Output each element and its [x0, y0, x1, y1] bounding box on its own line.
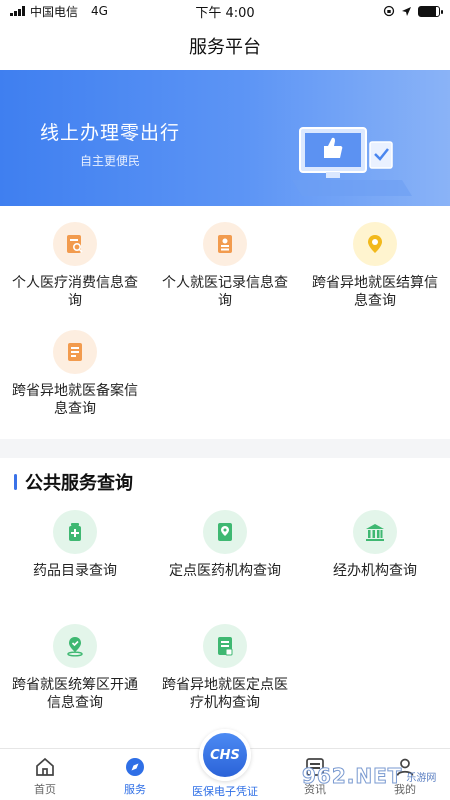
- service-medical-record[interactable]: 个人就医记录信息查询: [150, 222, 300, 310]
- service-label: 定点医药机构查询: [169, 563, 281, 579]
- tab-e-voucher[interactable]: CHS 医保电子凭证: [180, 729, 270, 800]
- map-check-icon: [53, 624, 97, 668]
- location-arrow-icon: [402, 6, 411, 16]
- service-label: 跨省异地就医定点医疗机构查询: [162, 677, 288, 711]
- nav-bar: 服务平台: [0, 22, 450, 70]
- signal-icon: [10, 6, 25, 16]
- computer-illustration-icon: [292, 127, 412, 196]
- clinic-document-icon: [203, 624, 247, 668]
- service-label: 跨省就医统筹区开通信息查询: [12, 677, 138, 711]
- service-designated-clinic[interactable]: 跨省异地就医定点医疗机构查询: [150, 624, 300, 712]
- tab-home[interactable]: 首页: [0, 749, 90, 800]
- public-services-card: 公共服务查询 药品目录查询 定点医药机构查询 经办机构查询 跨省就医统筹区开通信…: [0, 458, 450, 748]
- tab-label: 服务: [124, 783, 146, 796]
- filing-document-icon: [53, 330, 97, 374]
- carrier-label: 中国电信: [30, 4, 79, 19]
- network-label: 4G: [91, 4, 108, 18]
- service-label: 跨省异地就医备案信息查询: [12, 383, 138, 417]
- service-designated-institution[interactable]: 定点医药机构查询: [150, 510, 300, 580]
- banner-title: 线上办理零出行: [40, 122, 181, 144]
- compass-icon: [126, 758, 144, 776]
- status-bar: 中国电信 4G 下午 4:00: [0, 0, 450, 22]
- tab-service[interactable]: 服务: [90, 749, 180, 800]
- service-cross-province-settlement[interactable]: 跨省异地就医结算信息查询: [300, 222, 450, 310]
- service-cross-province-filing[interactable]: 跨省异地就医备案信息查询: [0, 330, 150, 418]
- receipt-search-icon: [53, 222, 97, 266]
- medicine-bottle-icon: [53, 510, 97, 554]
- site-watermark: 962.NET 乐游网: [301, 756, 442, 796]
- status-right: [383, 5, 443, 17]
- location-pin-icon: [353, 222, 397, 266]
- page-title: 服务平台: [189, 37, 261, 58]
- service-pooling-area[interactable]: 跨省就医统筹区开通信息查询: [0, 624, 150, 712]
- home-icon: [36, 757, 54, 776]
- promo-banner[interactable]: 线上办理零出行 自主更便民: [0, 70, 450, 206]
- watermark-sub: 乐游网: [406, 772, 437, 784]
- tab-label: 医保电子凭证: [192, 785, 258, 798]
- service-label: 个人医疗消费信息查询: [12, 275, 138, 309]
- service-label: 药品目录查询: [33, 563, 117, 579]
- service-drug-catalog[interactable]: 药品目录查询: [0, 510, 150, 580]
- service-label: 个人就医记录信息查询: [162, 275, 288, 309]
- service-medical-consumption[interactable]: 个人医疗消费信息查询: [0, 222, 150, 310]
- institution-building-icon: [353, 510, 397, 554]
- tab-label: 首页: [34, 783, 56, 796]
- status-left: 中国电信 4G: [10, 3, 108, 20]
- battery-icon: [418, 5, 443, 17]
- medical-record-icon: [203, 222, 247, 266]
- service-agency[interactable]: 经办机构查询: [300, 510, 450, 580]
- service-label: 跨省异地就医结算信息查询: [312, 275, 438, 309]
- service-label: 经办机构查询: [333, 563, 417, 579]
- banner-subtitle: 自主更便民: [80, 154, 141, 168]
- section-header: 公共服务查询: [0, 458, 450, 506]
- section-accent-bar: [14, 474, 17, 490]
- rotation-lock-icon: [383, 5, 395, 17]
- chs-icon: CHS: [199, 729, 251, 781]
- watermark-text: 962.NET: [301, 764, 403, 789]
- section-title: 公共服务查询: [25, 473, 133, 494]
- hospital-location-icon: [203, 510, 247, 554]
- quick-services-card: 个人医疗消费信息查询 个人就医记录信息查询 跨省异地就医结算信息查询 跨省异地就…: [0, 206, 450, 439]
